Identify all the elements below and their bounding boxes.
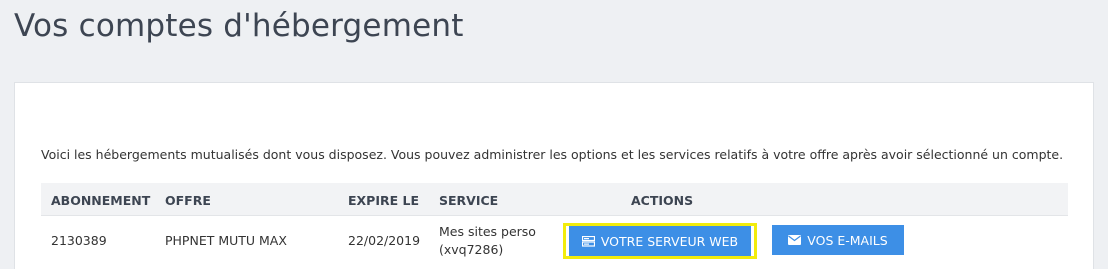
cell-abonnement: 2130389 — [51, 233, 107, 248]
cell-offre: PHPNET MUTU MAX — [165, 233, 287, 248]
header-actions: ACTIONS — [631, 193, 694, 208]
table-header: ABONNEMENT OFFRE EXPIRE LE SERVICE ACTIO… — [41, 183, 1068, 216]
envelope-icon — [788, 235, 802, 245]
header-offre: OFFRE — [165, 193, 211, 208]
emails-button-label: VOS E-MAILS — [807, 232, 888, 248]
web-server-button-label: VOTRE SERVEUR WEB — [600, 233, 739, 249]
highlight-frame: VOTRE SERVEUR WEB — [563, 223, 757, 259]
page-title: Vos comptes d'hébergement — [14, 8, 464, 44]
intro-text: Voici les hébergements mutualisés dont v… — [41, 147, 1064, 162]
hosting-accounts-card: Voici les hébergements mutualisés dont v… — [14, 82, 1094, 269]
server-icon — [581, 235, 595, 247]
cell-service: Mes sites perso (xvq7286) — [439, 223, 536, 259]
cell-expire: 22/02/2019 — [348, 233, 421, 248]
table-row: 2130389 PHPNET MUTU MAX 22/02/2019 Mes s… — [41, 216, 1068, 266]
header-service: SERVICE — [439, 193, 499, 208]
header-abonnement: ABONNEMENT — [51, 193, 151, 208]
emails-button[interactable]: VOS E-MAILS — [772, 225, 904, 255]
header-expire: EXPIRE LE — [348, 193, 420, 208]
hosting-table: ABONNEMENT OFFRE EXPIRE LE SERVICE ACTIO… — [41, 183, 1068, 266]
web-server-button[interactable]: VOTRE SERVEUR WEB — [569, 226, 751, 256]
service-id: (xvq7286) — [439, 242, 504, 257]
service-name: Mes sites perso — [439, 224, 536, 239]
